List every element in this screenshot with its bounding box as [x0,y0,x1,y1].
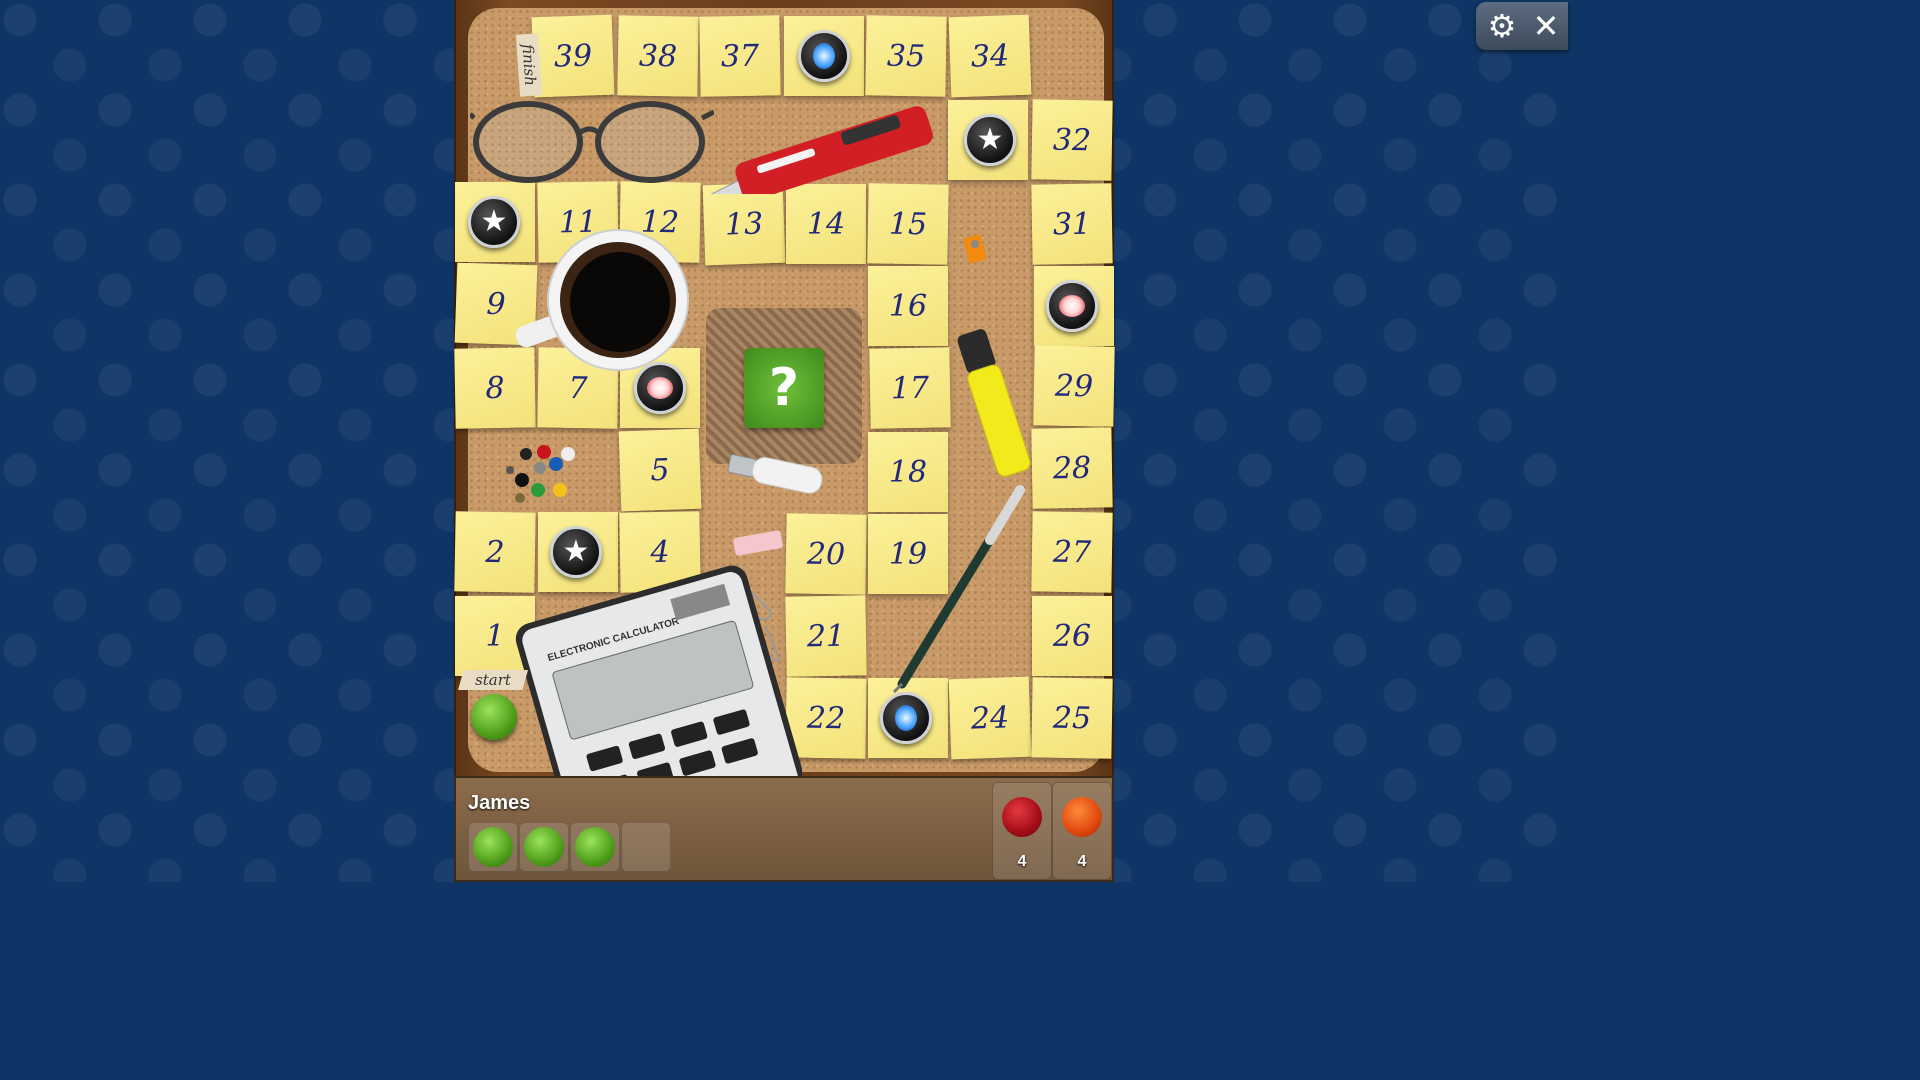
green-pawn-start[interactable] [471,694,517,740]
tile-29: 29 [1033,345,1115,427]
tile-34: 34 [948,14,1032,98]
start-label: start [458,670,528,690]
blue-gem-icon [813,43,835,69]
player-panel: James 4 4 [454,776,1114,882]
calculator-decoration: ELECTRONIC CALCULATOR [512,560,802,776]
tile-39: 39 [531,14,615,98]
player-name: James [468,792,531,814]
star-icon: ★ [480,204,508,239]
red-pawn-icon [1002,797,1042,837]
tile-16: 16 [868,266,948,346]
red-gem-icon [1059,295,1085,317]
player-piece-slot-4 [621,822,671,872]
tile-15: 15 [867,183,949,265]
tile-17: 17 [869,347,951,429]
blue-gem-tile-36 [798,30,850,82]
orange-pawn-icon [1062,797,1102,837]
box-cutter-decoration [694,104,944,205]
tile-5: 5 [618,428,702,512]
highlighter-decoration [950,322,1040,482]
green-pawn-icon [524,827,564,867]
tile-27: 27 [1031,511,1113,593]
red-gem-tile-30 [1046,280,1098,332]
opponent-orange-count: 4 [1077,853,1087,870]
eraser-decoration [730,528,786,558]
tile-38: 38 [617,15,699,97]
opponent-red: 4 [992,782,1052,880]
coffee-cup-decoration [510,228,690,378]
pushpins-decoration [498,444,582,508]
blue-gem-icon [895,705,917,731]
tile-14: 14 [786,184,866,264]
finish-label: finish [515,33,543,97]
window-controls: ⚙ ✕ [1476,2,1568,50]
tile-31: 31 [1031,183,1113,265]
green-pawn-icon [473,827,513,867]
green-pawn-icon [575,827,615,867]
player-piece-slot-1[interactable] [468,822,518,872]
star-icon: ★ [976,122,1004,157]
tile-25: 25 [1031,677,1113,759]
pencil-sharpener-decoration [962,232,988,266]
blue-gem-tile-23 [880,692,932,744]
player-piece-slot-2[interactable] [519,822,569,872]
red-gem-icon [647,377,673,399]
opponent-red-count: 4 [1017,853,1027,870]
glasses-decoration [468,98,716,186]
mystery-tile[interactable]: ? [744,348,824,428]
tile-35: 35 [865,15,947,97]
settings-icon[interactable]: ⚙ [1482,6,1522,46]
close-icon[interactable]: ✕ [1526,6,1566,46]
tile-26: 26 [1032,596,1112,676]
star-tile-33: ★ [964,114,1016,166]
pen-decoration [890,484,1030,694]
usb-stick-decoration [726,450,826,500]
tile-13: 13 [702,182,786,266]
tile-37: 37 [699,15,781,97]
tile-32: 32 [1031,99,1113,181]
tile-28: 28 [1031,427,1113,509]
opponent-orange: 4 [1052,782,1112,880]
player-piece-slot-3[interactable] [570,822,620,872]
